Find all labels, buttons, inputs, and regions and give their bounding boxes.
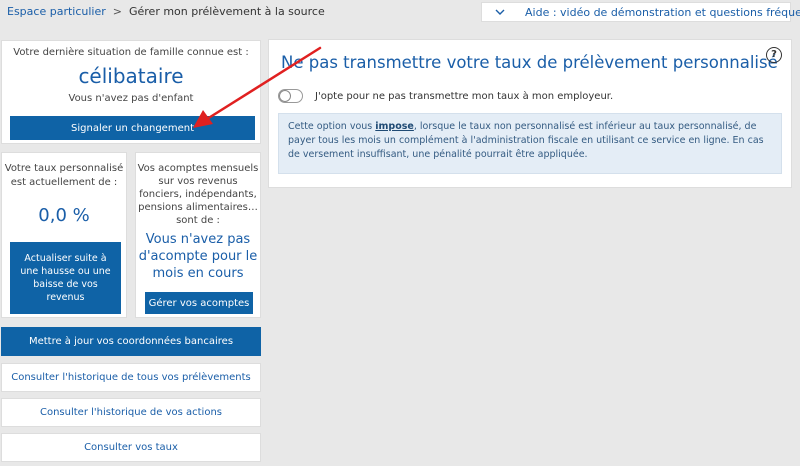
acomptes-intro-line: pensions alimentaires…	[138, 202, 258, 213]
help-icon[interactable]: ?	[766, 47, 782, 63]
opt-out-toggle[interactable]	[278, 89, 303, 103]
acomptes-intro-line: fonciers, indépendants,	[139, 189, 257, 200]
info-text-emphasis: impose	[375, 121, 414, 132]
consult-rates-button[interactable]: Consulter vos taux	[1, 433, 261, 462]
children-status: Vous n'avez pas d'enfant	[68, 93, 194, 104]
help-dropdown[interactable]: Aide : vidéo de démonstration et questio…	[481, 2, 800, 22]
acomptes-intro-line: sont de :	[176, 215, 220, 226]
personal-rate-card: Votre taux personnalisé est actuellement…	[1, 152, 127, 318]
info-text-before: Cette option vous	[288, 121, 376, 132]
acomptes-value: Vous n'avez pas d'acompte pour le mois e…	[136, 231, 260, 282]
acomptes-value-line: mois en cours	[152, 266, 244, 281]
update-rate-button[interactable]: Actualiser suite à une hausse ou une bai…	[10, 242, 121, 314]
acomptes-card: Vos acomptes mensuels sur vos revenus fo…	[135, 152, 261, 318]
history-actions-button[interactable]: Consulter l'historique de vos actions	[1, 398, 261, 427]
help-dropdown-label: Aide : vidéo de démonstration et questio…	[525, 5, 800, 19]
family-status: célibataire	[78, 64, 184, 88]
breadcrumb-separator: >	[112, 5, 122, 18]
toggle-knob	[279, 90, 291, 102]
info-box: Cette option vous impose, lorsque le tau…	[278, 113, 782, 174]
opt-out-toggle-row: J'opte pour ne pas transmettre mon taux …	[278, 89, 613, 103]
rate-intro-line: Votre taux personnalisé	[4, 163, 124, 174]
opt-out-toggle-label: J'opte pour ne pas transmettre mon taux …	[315, 90, 614, 102]
update-rate-label-line: Actualiser suite à	[24, 253, 107, 264]
update-rate-label-line: baisse de vos	[33, 279, 98, 290]
update-rate-label-line: revenus	[46, 292, 85, 303]
acomptes-intro: Vos acomptes mensuels sur vos revenus fo…	[136, 162, 260, 227]
history-prelevements-button[interactable]: Consulter l'historique de tous vos prélè…	[1, 363, 261, 392]
acomptes-intro-line: Vos acomptes mensuels	[137, 163, 259, 174]
update-rate-label-line: une hausse ou une	[20, 266, 111, 277]
breadcrumb-link-espace-particulier[interactable]: Espace particulier	[7, 5, 106, 18]
main-panel: Ne pas transmettre votre taux de prélève…	[268, 39, 792, 188]
breadcrumb-current: Gérer mon prélèvement à la source	[128, 5, 325, 18]
acomptes-value-line: Vous n'avez pas	[145, 232, 251, 247]
breadcrumb: Espace particulier > Gérer mon prélèvement…	[7, 5, 325, 18]
acomptes-value-line: d'acompte pour le	[138, 249, 258, 264]
chevron-down-icon	[495, 9, 505, 15]
update-bank-details-button[interactable]: Mettre à jour vos coordonnées bancaires	[1, 327, 261, 356]
rate-value: 0,0 %	[38, 205, 90, 226]
signal-change-button[interactable]: Signaler un changement	[10, 116, 255, 140]
page-title: Ne pas transmettre votre taux de prélève…	[281, 53, 778, 72]
family-situation-card: Votre dernière situation de famille conn…	[1, 40, 261, 144]
family-intro: Votre dernière situation de famille conn…	[13, 47, 249, 58]
rate-intro-line: est actuellement de :	[10, 177, 118, 188]
rate-intro: Votre taux personnalisé est actuellement…	[2, 162, 126, 190]
manage-acomptes-button[interactable]: Gérer vos acomptes	[145, 292, 253, 314]
acomptes-intro-line: sur vos revenus	[158, 176, 238, 187]
